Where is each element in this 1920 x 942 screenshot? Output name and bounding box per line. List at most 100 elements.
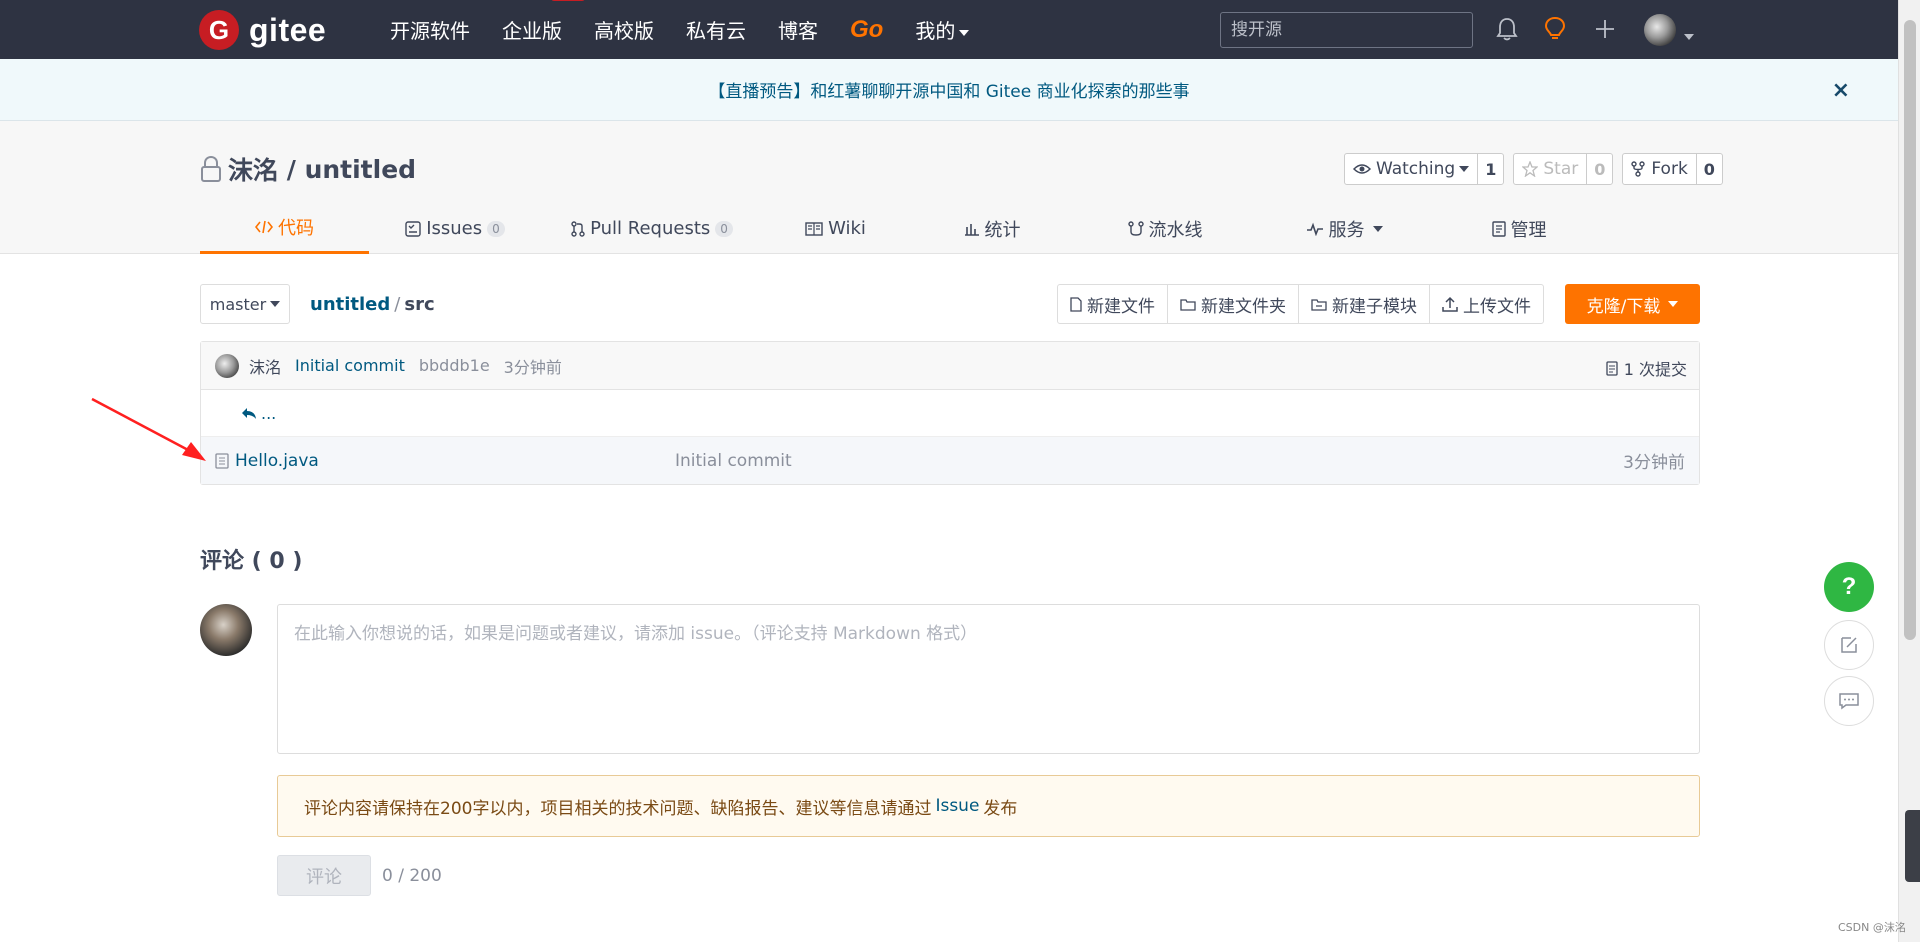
tab-code-label: 代码 [278, 218, 314, 239]
new-submodule-button[interactable]: 新建子模块 [1299, 285, 1430, 323]
fork-button[interactable]: Fork [1623, 154, 1697, 184]
chat-icon [1839, 693, 1859, 710]
annotation-arrow [91, 397, 206, 461]
parent-directory-label: ... [261, 403, 277, 423]
tab-wiki-label: Wiki [828, 218, 866, 239]
watch-count[interactable]: 1 [1478, 154, 1503, 184]
chevron-down-icon [1372, 225, 1383, 232]
plus-icon[interactable] [1590, 14, 1620, 44]
user-avatar[interactable] [1644, 14, 1676, 46]
file-commit-message[interactable]: Initial commit [675, 451, 792, 471]
nav-open-source[interactable]: 开源软件 [390, 15, 470, 44]
nav-mine[interactable]: 我的 [915, 15, 970, 44]
tab-stats-label: 统计 [984, 219, 1021, 241]
commit-hash[interactable]: bbddb1e [419, 356, 490, 375]
issues-count-badge: 0 [487, 220, 505, 237]
notice-text-end: 发布 [983, 798, 1018, 819]
commit-author[interactable]: 沫洺 [249, 354, 281, 378]
announcement-text[interactable]: 【直播预告】和红薯聊聊开源中国和 Gitee 商业化探索的那些事 [708, 77, 1189, 102]
tab-services[interactable]: 服务 [1254, 203, 1434, 254]
side-widget[interactable] [1905, 810, 1920, 882]
commit-count[interactable]: 1 次提交 [1606, 356, 1687, 380]
watermark: CSDN @沫洺 [1838, 921, 1906, 934]
commit-message[interactable]: Initial commit [295, 356, 405, 375]
nav-private-cloud[interactable]: 私有云 [686, 15, 746, 44]
notice-text: 评论内容请保持在200字以内，项目相关的技术问题、缺陷报告、建议等信息请通过 [304, 798, 932, 819]
help-button[interactable]: ? [1824, 562, 1874, 612]
nav-blog[interactable]: 博客 [778, 15, 818, 44]
nav-enterprise-label: 企业版 [502, 19, 562, 43]
clone-download-button[interactable]: 克隆/下载 [1565, 284, 1700, 324]
char-count: 0 / 200 [382, 866, 442, 886]
tab-services-label: 服务 [1328, 219, 1365, 241]
upload-file-button[interactable]: 上传文件 [1430, 285, 1543, 323]
code-icon [255, 220, 273, 234]
gitee-logo-text: gitee [249, 11, 327, 48]
chevron-down-icon[interactable] [1680, 26, 1694, 45]
breadcrumb-repo[interactable]: untitled [310, 294, 390, 315]
issue-link[interactable]: Issue [935, 796, 979, 816]
nav-university[interactable]: 高校版 [594, 15, 654, 44]
upload-icon [1442, 296, 1458, 312]
table-row[interactable]: Hello.java Initial commit 3分钟前 [201, 437, 1699, 484]
tab-stats[interactable]: 统计 [908, 203, 1076, 254]
upload-file-label: 上传文件 [1463, 296, 1531, 317]
file-icon [215, 452, 229, 469]
breadcrumb-separator: / [394, 294, 401, 315]
repo-owner[interactable]: 沫洺 [228, 151, 278, 187]
page-scrollbar[interactable] [1898, 0, 1920, 942]
close-icon[interactable]: × [1832, 78, 1850, 103]
bell-icon[interactable] [1492, 14, 1522, 44]
tab-wiki[interactable]: Wiki [763, 203, 908, 254]
gitee-logo-icon: G [199, 10, 239, 50]
nav-go[interactable]: Go [850, 16, 883, 44]
repo-tabs: 代码 Issues 0 Pull Requests 0 Wiki 统计 流水线 … [200, 203, 1604, 254]
tab-issues[interactable]: Issues 0 [369, 203, 541, 254]
lightbulb-icon[interactable] [1540, 14, 1570, 44]
lock-icon [201, 155, 221, 182]
comment-notice: 评论内容请保持在200字以内，项目相关的技术问题、缺陷报告、建议等信息请通过 I… [277, 775, 1700, 837]
comment-input[interactable] [277, 604, 1700, 754]
pulse-icon [1306, 222, 1323, 236]
repo-title: 沫洺 / untitled [200, 151, 416, 187]
special-offer-badge: 特惠 [551, 0, 586, 1]
submit-comment-button[interactable]: 评论 [277, 855, 371, 896]
chevron-down-icon [1668, 301, 1679, 307]
nav-enterprise[interactable]: 企业版 [502, 15, 562, 44]
chevron-down-icon [270, 301, 281, 307]
tab-pull-requests[interactable]: Pull Requests 0 [541, 203, 763, 254]
commit-author-avatar[interactable] [215, 353, 239, 378]
nav-mine-label: 我的 [915, 19, 956, 43]
watch-label: Watching [1376, 159, 1456, 179]
parent-directory-row[interactable]: ... [201, 390, 1699, 437]
gitee-logo[interactable]: G gitee [199, 10, 326, 50]
eye-icon [1353, 164, 1371, 174]
new-file-button[interactable]: 新建文件 [1058, 285, 1168, 323]
announcement-bar: 【直播预告】和红薯聊聊开源中国和 Gitee 商业化探索的那些事 × [0, 59, 1898, 121]
branch-selector[interactable]: master [200, 284, 290, 324]
new-submodule-label: 新建子模块 [1332, 296, 1417, 317]
top-navbar: G gitee 开源软件 企业版 高校版 私有云 博客 Go 我的 特惠 [0, 0, 1898, 59]
clone-download-label: 克隆/下载 [1586, 296, 1661, 317]
fork-icon [1631, 161, 1646, 177]
tab-manage[interactable]: 管理 [1434, 203, 1604, 254]
breadcrumb: untitled / src [310, 294, 435, 315]
branch-name: master [209, 294, 267, 314]
watch-button[interactable]: Watching [1345, 154, 1479, 184]
current-user-avatar[interactable] [200, 604, 252, 656]
chat-button[interactable] [1824, 676, 1874, 726]
star-button[interactable]: Star [1514, 154, 1588, 184]
watch-button-group: Watching 1 [1344, 153, 1505, 185]
scrollbar-thumb[interactable] [1904, 20, 1916, 640]
tab-pipeline[interactable]: 流水线 [1076, 203, 1254, 254]
star-count[interactable]: 0 [1587, 154, 1612, 184]
repo-name[interactable]: untitled [305, 155, 417, 184]
tab-code[interactable]: 代码 [200, 203, 369, 254]
new-folder-button[interactable]: 新建文件夹 [1168, 285, 1299, 323]
feedback-button[interactable] [1824, 620, 1874, 670]
file-name[interactable]: Hello.java [235, 451, 319, 471]
fork-count[interactable]: 0 [1697, 154, 1722, 184]
search-input[interactable] [1220, 12, 1473, 48]
file-table: 沫洺 Initial commit bbddb1e 3分钟前 1 次提交 ...… [200, 341, 1700, 485]
chevron-down-icon [959, 29, 970, 36]
